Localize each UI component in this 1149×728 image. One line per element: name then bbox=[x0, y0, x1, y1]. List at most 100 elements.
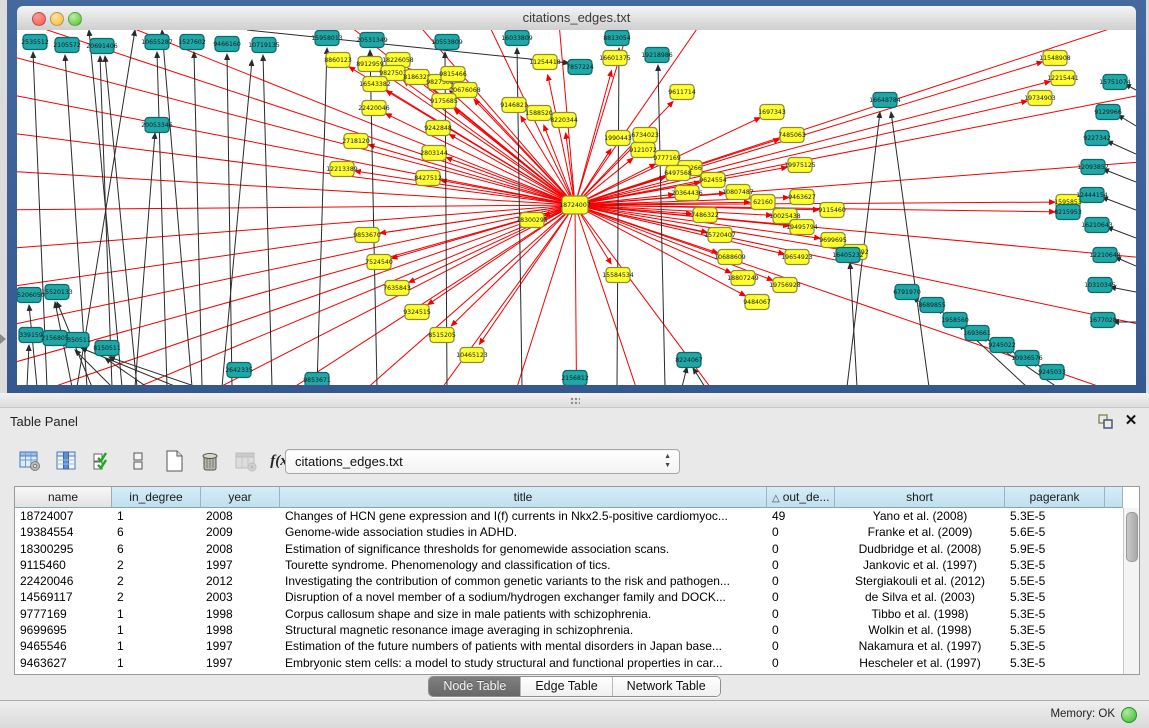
graph-node-label: 9466160 bbox=[213, 41, 241, 48]
cell-short: Wolkin et al. (1998) bbox=[835, 622, 1005, 638]
graph-node-label: 18226058 bbox=[382, 57, 414, 64]
graph-node-label: 9815466 bbox=[439, 71, 467, 78]
graph-node-label: 16210643 bbox=[1081, 222, 1113, 229]
graph-node-label: 12444154 bbox=[1076, 192, 1108, 199]
column-header-pagerank[interactable]: pagerank bbox=[1005, 487, 1105, 508]
tab-node-table[interactable]: Node Table bbox=[429, 677, 521, 696]
import-table-disabled-icon[interactable] bbox=[232, 448, 259, 475]
cell-title: Changes of HCN gene expression and I(f) … bbox=[280, 508, 767, 524]
graph-node-label: 2803144 bbox=[420, 150, 448, 157]
cell-short: Tibbo et al. (1998) bbox=[835, 606, 1005, 622]
collapse-panel-arrow-icon[interactable] bbox=[0, 334, 6, 344]
cell-title: Genome-wide association studies in ADHD. bbox=[280, 524, 767, 540]
scrollbar-thumb[interactable] bbox=[1126, 512, 1138, 562]
cell-short: Yano et al. (2008) bbox=[835, 508, 1005, 524]
graph-edge bbox=[135, 133, 155, 385]
table-scrollbar[interactable] bbox=[1123, 508, 1139, 674]
new-table-icon[interactable] bbox=[160, 448, 187, 475]
graph-edge bbox=[693, 368, 705, 385]
cell-name: 9465546 bbox=[15, 638, 112, 654]
graph-edge bbox=[1107, 141, 1136, 154]
table-row[interactable]: 1456911722003Disruption of a novel membe… bbox=[15, 589, 1139, 605]
table-row[interactable]: 1830029562008Estimation of significance … bbox=[15, 541, 1139, 557]
graph-edge bbox=[97, 205, 575, 385]
column-header-in_degree[interactable]: in_degree bbox=[112, 487, 201, 508]
dropdown-arrows-icon: ▲▼ bbox=[664, 452, 671, 470]
cell-in_degree: 6 bbox=[112, 524, 201, 540]
table-row[interactable]: 969969511998Structural magnetic resonanc… bbox=[15, 622, 1139, 638]
table-row[interactable]: 946362711997Embryonic stem cells: a mode… bbox=[15, 655, 1139, 671]
graph-node-label: 7857224 bbox=[566, 64, 594, 71]
cell-out_de: 0 bbox=[767, 573, 835, 589]
table-row[interactable]: 977716911998Corpus callosum shape and si… bbox=[15, 606, 1139, 622]
graph-node-label: 9115460 bbox=[818, 207, 846, 214]
table-panel-title: Table Panel bbox=[10, 414, 78, 429]
cell-in_degree: 1 bbox=[112, 638, 201, 654]
graph-node-label: 11254418 bbox=[529, 59, 561, 66]
divider-grip-icon[interactable] bbox=[570, 397, 580, 404]
graph-node-label: 16033809 bbox=[501, 35, 533, 42]
cell-out_de: 0 bbox=[767, 541, 835, 557]
column-header-year[interactable]: year bbox=[201, 487, 280, 508]
graph-node-label: 10310345 bbox=[1084, 282, 1116, 289]
table-selector-dropdown[interactable]: citations_edges.txt ▲▼ bbox=[285, 449, 680, 474]
cell-name: 18300295 bbox=[15, 541, 112, 557]
network-canvas[interactable]: 8860123891295918226058982750316543382818… bbox=[17, 30, 1136, 385]
float-panel-icon[interactable] bbox=[1096, 412, 1114, 430]
table-row[interactable]: 1938455462009Genome-wide association stu… bbox=[15, 524, 1139, 540]
graph-edge bbox=[17, 205, 575, 210]
cell-in_degree: 1 bbox=[112, 606, 201, 622]
column-header-name[interactable]: name bbox=[15, 487, 112, 508]
table-row[interactable]: 911546021997Tourette syndrome. Phenomeno… bbox=[15, 557, 1139, 573]
column-header-title[interactable]: title bbox=[280, 487, 767, 508]
graph-edge bbox=[17, 205, 575, 385]
graph-node-label: 15720407 bbox=[704, 232, 736, 239]
column-header-short[interactable]: short bbox=[835, 487, 1005, 508]
cell-pagerank: 5.3E-5 bbox=[1005, 557, 1105, 573]
table-selector-value: citations_edges.txt bbox=[295, 454, 403, 469]
tab-network-table[interactable]: Network Table bbox=[613, 677, 720, 696]
graph-node-label: 9777169 bbox=[653, 155, 681, 162]
graph-node-label: 19756928 bbox=[769, 282, 801, 289]
cell-name: 18724007 bbox=[15, 508, 112, 524]
graph-node-label: 16405232 bbox=[832, 252, 864, 259]
cell-short: Dudbridge et al. (2008) bbox=[835, 541, 1005, 557]
row-height-icon[interactable] bbox=[124, 448, 151, 475]
graph-node-label: 9129966 bbox=[1094, 109, 1122, 116]
window-titlebar[interactable]: citations_edges.txt bbox=[17, 6, 1136, 31]
graph-edge bbox=[162, 30, 192, 385]
graph-node-label: 2642335 bbox=[225, 367, 253, 374]
graph-node-label: 10655287 bbox=[141, 39, 173, 46]
table-settings-icon[interactable] bbox=[16, 448, 43, 475]
graph-edge bbox=[575, 205, 773, 280]
cell-year: 1998 bbox=[201, 622, 280, 638]
table-row[interactable]: 1872400712008Changes of HCN gene express… bbox=[15, 508, 1139, 524]
delete-table-icon[interactable] bbox=[196, 448, 223, 475]
cell-out_de: 0 bbox=[767, 606, 835, 622]
close-panel-icon[interactable]: ✕ bbox=[1122, 412, 1140, 430]
graph-node-label: 2718120 bbox=[342, 138, 370, 145]
table-row[interactable]: 946554611997Estimation of the future num… bbox=[15, 638, 1139, 654]
graph-node-label: 12210648 bbox=[1089, 252, 1121, 259]
graph-node-label: 11548908 bbox=[1039, 55, 1071, 62]
table-row[interactable]: 2242004622012Investigating the contribut… bbox=[15, 573, 1139, 589]
graph-node-label: 7524540 bbox=[365, 259, 393, 266]
tab-edge-table[interactable]: Edge Table bbox=[521, 677, 612, 696]
graph-node-label: 19495794 bbox=[786, 224, 818, 231]
graph-edge bbox=[428, 205, 575, 305]
graph-node-label: 9853671 bbox=[303, 377, 331, 384]
split-divider[interactable] bbox=[0, 393, 1149, 407]
graph-node-label: 8515205 bbox=[428, 332, 456, 339]
column-header-out_de[interactable]: △out_de... bbox=[767, 487, 835, 508]
column-chooser-icon[interactable] bbox=[52, 448, 79, 475]
cell-title: Tourette syndrome. Phenomenology and cla… bbox=[280, 557, 767, 573]
cell-out_de: 0 bbox=[767, 557, 835, 573]
graph-node-label: 339159 bbox=[19, 332, 43, 339]
citation-network-graph[interactable]: 8860123891295918226058982750316543382818… bbox=[17, 30, 1136, 385]
cell-pagerank: 5.3E-5 bbox=[1005, 589, 1105, 605]
cell-in_degree: 2 bbox=[112, 589, 201, 605]
cell-in_degree: 1 bbox=[112, 622, 201, 638]
graph-node-label: 1697343 bbox=[758, 109, 786, 116]
select-columns-icon[interactable] bbox=[88, 448, 115, 475]
graph-node-label: 9121072 bbox=[629, 147, 657, 154]
